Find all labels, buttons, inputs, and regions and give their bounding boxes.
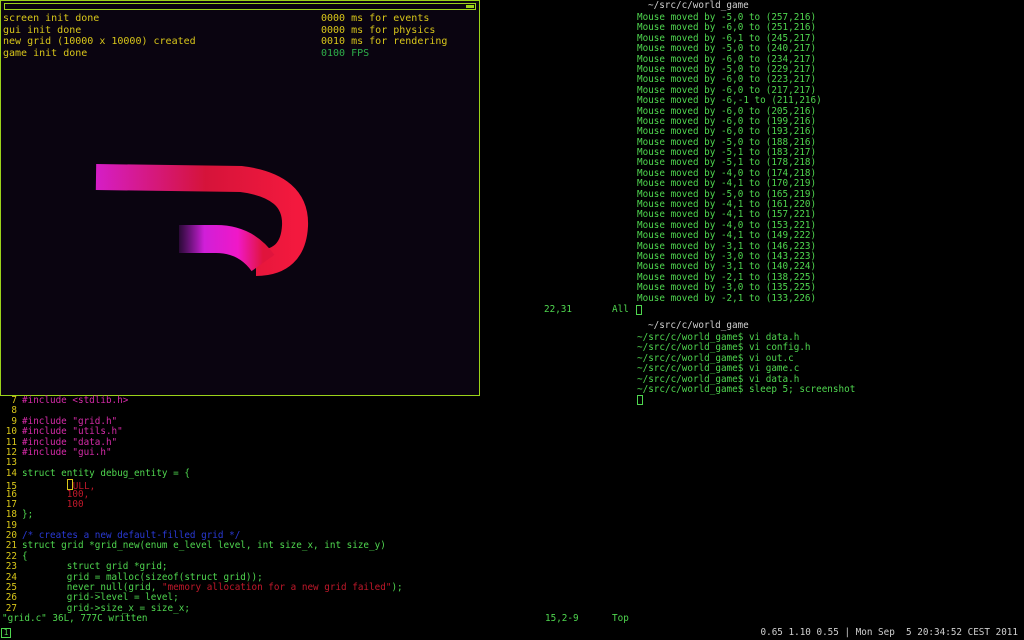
terminal-status-scroll: All bbox=[612, 304, 629, 315]
code-text: 100, bbox=[22, 488, 90, 500]
code-text: ); bbox=[391, 582, 403, 594]
code-text: 100 bbox=[22, 498, 84, 510]
code-text: never_null(grid, bbox=[22, 582, 162, 594]
code-line: 17 100 bbox=[0, 498, 403, 510]
code-string: "memory allocation for a new grid failed… bbox=[161, 582, 392, 594]
vim-cursor-position: 15,2-9 bbox=[545, 613, 579, 624]
terminal-status-position: 22,31 bbox=[544, 304, 572, 315]
code-line: 21 struct grid *grid_new(enum e_level lev… bbox=[0, 540, 403, 552]
log-line: Mouse moved by -2,1 to (133,226) bbox=[637, 292, 817, 304]
shell-line: ~/src/c/world_game$ sleep 5; screenshot bbox=[637, 383, 856, 395]
log-line: Mouse moved by -5,0 to (240,217) bbox=[637, 43, 817, 55]
vim-scroll-indicator: Top bbox=[612, 613, 629, 624]
vim-editor[interactable]: 7 #include <stdlib.h> 8 9 #include "grid.h" 1… bbox=[0, 395, 403, 614]
shell-line: ~/src/c/world_game$ vi game.c bbox=[637, 363, 800, 375]
terminal-cursor bbox=[636, 305, 642, 315]
worm-entity bbox=[95, 164, 309, 276]
code-text: { bbox=[22, 550, 28, 562]
workspace-tag[interactable]: 1 bbox=[1, 628, 11, 638]
code-text: #include "gui.h" bbox=[22, 446, 112, 458]
shell-title: ~/src/c/world_game bbox=[648, 320, 749, 331]
code-text: }; bbox=[22, 509, 34, 521]
code-text: grid->level = level; bbox=[22, 592, 179, 604]
code-text: #include "utils.h" bbox=[22, 426, 123, 438]
worm-lower-body bbox=[179, 225, 275, 272]
code-text: #include "data.h" bbox=[22, 436, 118, 448]
code-text: #include <stdlib.h> bbox=[22, 395, 129, 406]
code-text: struct grid *grid; bbox=[22, 561, 168, 573]
shell-cursor bbox=[637, 395, 643, 405]
code-text: grid = malloc(sizeof(struct grid)); bbox=[22, 571, 263, 583]
code-text: struct grid *grid_new(enum e_level level… bbox=[22, 540, 386, 552]
vim-status-message: "grid.c" 36L, 777C written bbox=[2, 613, 148, 624]
code-line: 7 #include <stdlib.h> bbox=[0, 395, 403, 406]
code-text: struct entity debug_entity = { bbox=[22, 467, 190, 479]
code-line: 18}; bbox=[0, 509, 403, 521]
code-text: #include "grid.h" bbox=[22, 415, 118, 427]
line-number: 10 bbox=[5, 426, 17, 438]
game-window[interactable]: screen init done gui init done new grid … bbox=[0, 0, 480, 396]
log-line: Mouse moved by -6,-1 to (211,216) bbox=[637, 95, 822, 107]
log-line: Mouse moved by -3,0 to (135,225) bbox=[637, 282, 817, 294]
code-line: 14 struct entity debug_entity = { bbox=[0, 467, 403, 479]
mouse-log[interactable]: Mouse moved by -5,0 to (257,216) Mouse mo… bbox=[637, 12, 822, 304]
shell-history[interactable]: ~/src/c/world_game$ vi data.h ~/src/c/wor… bbox=[637, 332, 856, 395]
terminal-title: ~/src/c/world_game bbox=[648, 0, 749, 11]
code-text: /* creates a new default-filled grid */ bbox=[22, 530, 241, 542]
code-line: 12 #include "gui.h" bbox=[0, 446, 403, 458]
line-number: 14 bbox=[5, 467, 17, 479]
system-clock: 0.65 1.10 0.55 | Mon Sep 5 20:34:52 CEST… bbox=[760, 627, 1018, 638]
